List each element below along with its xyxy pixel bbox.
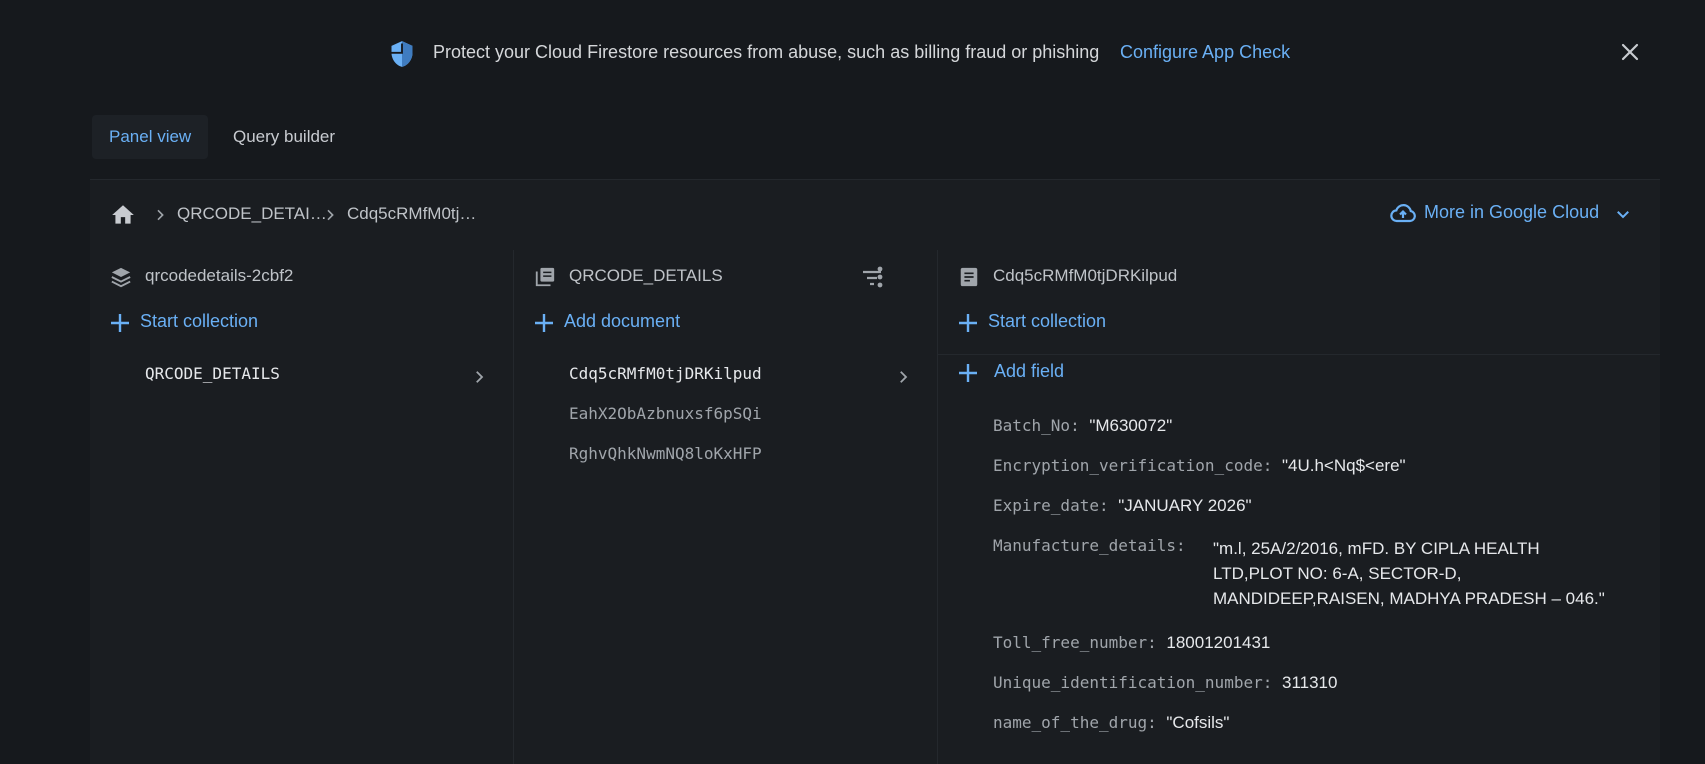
document-item[interactable]: Cdq5cRMfM0tjDRKilpud	[569, 364, 919, 392]
document-item-label: Cdq5cRMfM0tjDRKilpud	[569, 364, 762, 383]
divider	[938, 354, 1660, 355]
database-icon	[111, 267, 131, 288]
chevron-right-icon	[900, 371, 908, 383]
tab-query-builder[interactable]: Query builder	[216, 115, 352, 159]
chevron-down-icon	[1617, 211, 1629, 219]
project-title: qrcodedetails-2cbf2	[145, 266, 294, 285]
field-key: Encryption_verification_code:	[993, 456, 1282, 475]
collection-icon	[535, 267, 555, 287]
breadcrumb: QRCODE_DETAI… Cdq5cRMfM0tj… More in Goog…	[90, 180, 1660, 250]
field-key: Manufacture_details:	[993, 536, 1186, 555]
plus-icon	[959, 314, 977, 332]
document-column: Cdq5cRMfM0tjDRKilpud Start collection Ad…	[938, 250, 1660, 764]
field-value: 18001201431	[1166, 633, 1271, 652]
document-item[interactable]: EahX2ObAzbnuxsf6pSQi	[569, 404, 762, 432]
field-row[interactable]: Batch_No: "M630072"	[993, 416, 1172, 436]
root-column-header: qrcodedetails-2cbf2	[90, 250, 513, 306]
document-item-label: RghvQhkNwmNQ8loKxHFP	[569, 444, 762, 463]
collection-item-label: QRCODE_DETAILS	[145, 364, 280, 383]
home-icon[interactable]	[110, 202, 136, 228]
shield-icon	[391, 41, 413, 67]
chevron-right-icon	[157, 209, 164, 221]
plus-icon	[111, 314, 129, 332]
field-key: Unique_identification_number:	[993, 673, 1282, 692]
add-field-label: Add field	[994, 361, 1065, 381]
chevron-right-icon	[476, 371, 484, 383]
field-value: 311310	[1281, 673, 1338, 692]
field-row[interactable]: Toll_free_number: 18001201431	[993, 633, 1270, 653]
field-value: "4U.h<Nq$<ere"	[1281, 456, 1406, 475]
more-vert-icon[interactable]	[874, 264, 886, 290]
field-row[interactable]: Encryption_verification_code: "4U.h<Nq$<…	[993, 456, 1406, 476]
document-column-header: Cdq5cRMfM0tjDRKilpud	[938, 250, 1660, 306]
add-document-label: Add document	[564, 311, 681, 331]
start-collection-label: Start collection	[140, 311, 259, 331]
configure-app-check-link[interactable]: Configure App Check	[1120, 42, 1290, 63]
document-item-label: EahX2ObAzbnuxsf6pSQi	[569, 404, 762, 423]
close-icon[interactable]	[1618, 40, 1642, 64]
more-in-google-cloud-label: More in Google Cloud	[1424, 202, 1600, 222]
chevron-right-icon	[327, 209, 334, 221]
field-key: Toll_free_number:	[993, 633, 1167, 652]
cloud-upload-icon	[1390, 204, 1416, 223]
field-value: "JANUARY 2026"	[1118, 496, 1252, 515]
collection-column-header: QRCODE_DETAILS	[514, 250, 937, 306]
document-item[interactable]: RghvQhkNwmNQ8loKxHFP	[569, 444, 762, 472]
field-row[interactable]: Unique_identification_number: 311310	[993, 673, 1337, 693]
document-icon	[960, 267, 978, 287]
document-title: Cdq5cRMfM0tjDRKilpud	[993, 266, 1178, 285]
collection-column: QRCODE_DETAILS Add document Cdq5cRMfM0tj…	[514, 250, 938, 764]
field-row[interactable]: Expire_date: "JANUARY 2026"	[993, 496, 1252, 516]
field-row[interactable]: name_of_the_drug: "Cofsils"	[993, 713, 1229, 733]
collection-title: QRCODE_DETAILS	[569, 266, 723, 285]
tab-panel-view[interactable]: Panel view	[92, 115, 209, 159]
data-panel: QRCODE_DETAI… Cdq5cRMfM0tj… More in Goog…	[90, 179, 1660, 764]
field-key: Batch_No:	[993, 416, 1090, 435]
field-value: "M630072"	[1089, 416, 1173, 435]
app-check-banner: Protect your Cloud Firestore resources f…	[0, 0, 1705, 108]
start-collection-label: Start collection	[988, 311, 1107, 331]
plus-icon	[535, 314, 553, 332]
breadcrumb-document[interactable]: Cdq5cRMfM0tj…	[347, 204, 476, 224]
field-key: name_of_the_drug:	[993, 713, 1167, 732]
field-key: Expire_date:	[993, 496, 1119, 515]
root-column: qrcodedetails-2cbf2 Start collection QRC…	[90, 250, 514, 764]
breadcrumb-collection[interactable]: QRCODE_DETAI…	[177, 204, 327, 224]
field-value: "Cofsils"	[1166, 713, 1230, 732]
collection-item[interactable]: QRCODE_DETAILS	[145, 364, 495, 392]
banner-message: Protect your Cloud Firestore resources f…	[433, 42, 1100, 62]
plus-icon	[959, 364, 977, 382]
field-value: "m.l, 25A/2/2016, mFD. BY CIPLA HEALTH L…	[1213, 539, 1605, 608]
